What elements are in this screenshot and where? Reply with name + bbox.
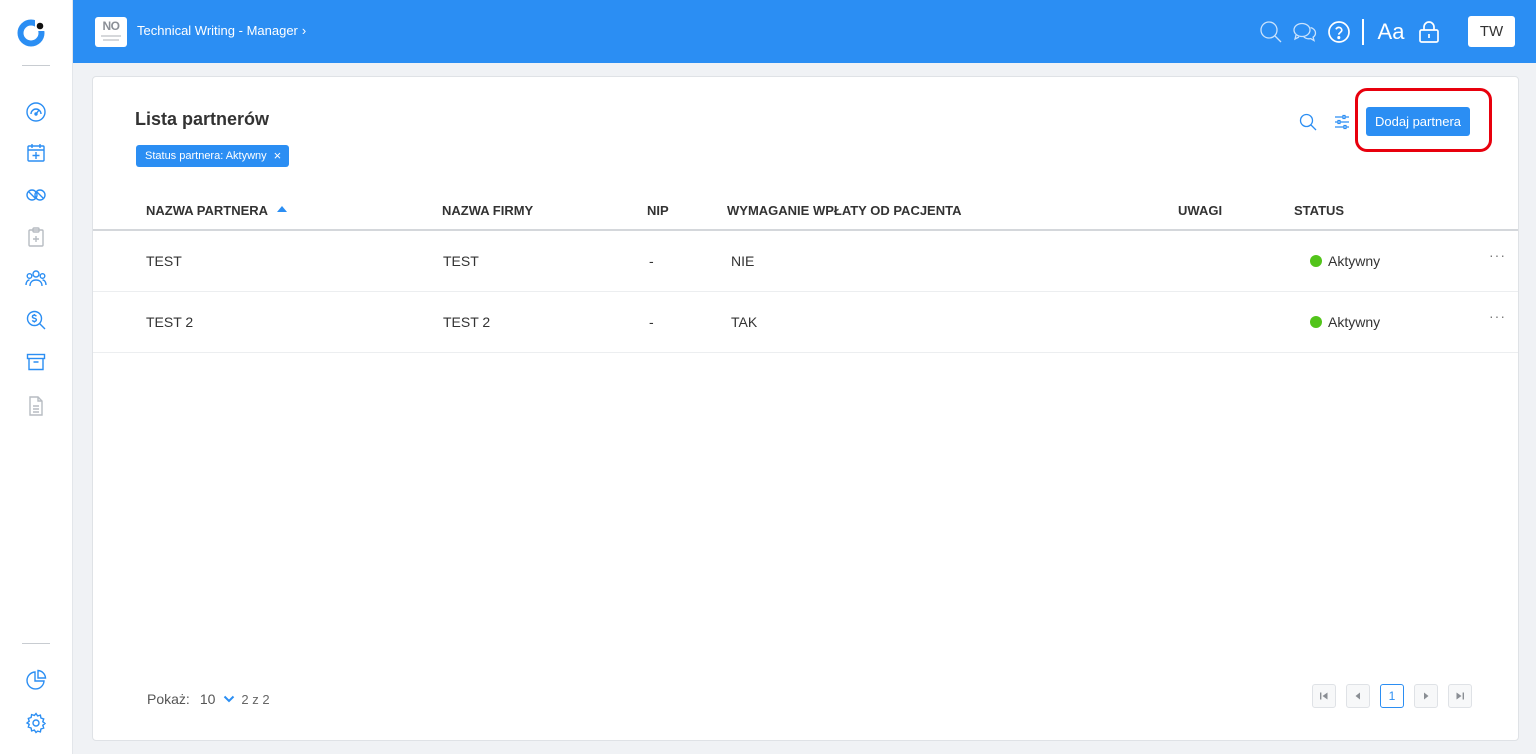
add-partner-button[interactable]: Dodaj partnera bbox=[1366, 107, 1470, 136]
column-header-label: WYMAGANIE WPŁATY OD PACJENTA bbox=[727, 203, 962, 218]
column-header-notes[interactable]: UWAGI bbox=[1178, 203, 1222, 218]
chat-icon[interactable] bbox=[1292, 19, 1318, 45]
cell-company-name: TEST bbox=[443, 253, 479, 269]
sidebar-divider-bottom bbox=[22, 643, 50, 644]
row-actions-more-icon[interactable]: ··· bbox=[1489, 247, 1506, 263]
pie-chart-icon[interactable] bbox=[25, 669, 47, 691]
lock-icon[interactable] bbox=[1416, 19, 1442, 45]
help-icon[interactable] bbox=[1326, 19, 1352, 45]
column-header-label: NIP bbox=[647, 203, 669, 218]
table-row[interactable]: TEST TEST - NIE Aktywny ··· bbox=[93, 231, 1518, 292]
organization-logo[interactable]: NO bbox=[95, 17, 127, 47]
breadcrumb-label: Technical Writing - Manager bbox=[137, 23, 298, 38]
cell-nip: - bbox=[649, 314, 654, 330]
filter-chip-label: Status partnera: Aktywny bbox=[145, 150, 267, 162]
cell-company-name: TEST 2 bbox=[443, 314, 491, 330]
first-page-icon[interactable] bbox=[1312, 684, 1336, 708]
search-icon[interactable] bbox=[1258, 19, 1284, 45]
close-icon[interactable]: × bbox=[274, 149, 282, 162]
previous-page-icon[interactable] bbox=[1346, 684, 1370, 708]
status-badge: Aktywny bbox=[1310, 253, 1380, 269]
pagination: 1 bbox=[1312, 684, 1472, 708]
column-header-company-name[interactable]: NAZWA FIRMY bbox=[442, 203, 533, 218]
user-avatar[interactable]: TW bbox=[1468, 16, 1515, 47]
table-row[interactable]: TEST 2 TEST 2 - TAK Aktywny ··· bbox=[93, 292, 1518, 353]
cell-partner-name: TEST 2 bbox=[146, 314, 194, 330]
column-header-status[interactable]: STATUS bbox=[1294, 203, 1344, 218]
chevron-right-icon: › bbox=[301, 23, 307, 38]
status-label: Aktywny bbox=[1328, 253, 1381, 269]
column-header-label: UWAGI bbox=[1178, 203, 1223, 218]
status-dot-icon bbox=[1310, 255, 1322, 267]
cell-nip: - bbox=[649, 253, 654, 269]
cell-payment-requirement: NIE bbox=[731, 253, 755, 269]
organization-logo-text: NO bbox=[102, 19, 121, 33]
column-header-label: NAZWA PARTNERA bbox=[146, 203, 269, 218]
gear-icon[interactable] bbox=[25, 712, 47, 734]
table-header: NAZWA PARTNERA NAZWA FIRMY NIP WYMAGANIE… bbox=[93, 195, 1518, 231]
search-icon[interactable] bbox=[1298, 112, 1318, 132]
sidebar-divider bbox=[22, 65, 50, 66]
column-header-nip[interactable]: NIP bbox=[647, 203, 669, 218]
page-title: Lista partnerów bbox=[135, 109, 270, 129]
filter-chip-status[interactable]: Status partnera: Aktywny × bbox=[136, 145, 290, 167]
clipboard-medical-icon[interactable] bbox=[25, 226, 47, 248]
card-toolbar: Dodaj partnera bbox=[1298, 107, 1470, 136]
column-header-label: NAZWA FIRMY bbox=[442, 203, 534, 218]
status-label: Aktywny bbox=[1328, 314, 1381, 330]
page-size-value: 10 bbox=[199, 691, 216, 707]
last-page-icon[interactable] bbox=[1448, 684, 1472, 708]
sidebar bbox=[0, 0, 73, 754]
top-bar-actions: Aa bbox=[1258, 17, 1442, 47]
calendar-add-icon[interactable] bbox=[25, 142, 47, 164]
column-header-partner-name[interactable]: NAZWA PARTNERA bbox=[146, 203, 288, 218]
sort-ascending-icon bbox=[277, 205, 288, 212]
record-count: 2 z 2 bbox=[241, 691, 270, 707]
chevron-down-icon bbox=[224, 695, 235, 703]
column-header-payment-requirement[interactable]: WYMAGANIE WPŁATY OD PACJENTA bbox=[727, 203, 961, 218]
cell-partner-name: TEST bbox=[146, 253, 182, 269]
row-actions-more-icon[interactable]: ··· bbox=[1489, 308, 1506, 324]
font-size-toggle[interactable]: Aa bbox=[1374, 19, 1408, 45]
app-logo[interactable] bbox=[17, 18, 47, 48]
filter-sliders-icon[interactable] bbox=[1332, 112, 1352, 132]
next-page-icon[interactable] bbox=[1414, 684, 1438, 708]
page-size-select[interactable]: 10 bbox=[200, 691, 236, 707]
users-group-icon[interactable] bbox=[25, 267, 47, 289]
search-dollar-icon[interactable] bbox=[25, 309, 47, 331]
status-badge: Aktywny bbox=[1310, 314, 1380, 330]
cell-payment-requirement: TAK bbox=[731, 314, 758, 330]
page-number-button[interactable]: 1 bbox=[1380, 684, 1404, 708]
document-icon[interactable] bbox=[25, 395, 47, 417]
toolbar-separator bbox=[1362, 19, 1364, 45]
dashboard-gauge-icon[interactable] bbox=[25, 101, 47, 123]
page-size-control: Pokaż: 10 2 z 2 bbox=[147, 691, 270, 707]
pills-icon[interactable] bbox=[25, 183, 47, 205]
archive-icon[interactable] bbox=[25, 351, 47, 373]
top-bar: NO Technical Writing - Manager › Aa TW bbox=[73, 0, 1536, 63]
partners-card: Lista partnerów Status partnera: Aktywny… bbox=[92, 76, 1519, 741]
status-dot-icon bbox=[1310, 316, 1322, 328]
column-header-label: STATUS bbox=[1294, 203, 1345, 218]
breadcrumb[interactable]: Technical Writing - Manager › bbox=[137, 23, 306, 38]
page-size-label: Pokaż: bbox=[147, 691, 190, 707]
